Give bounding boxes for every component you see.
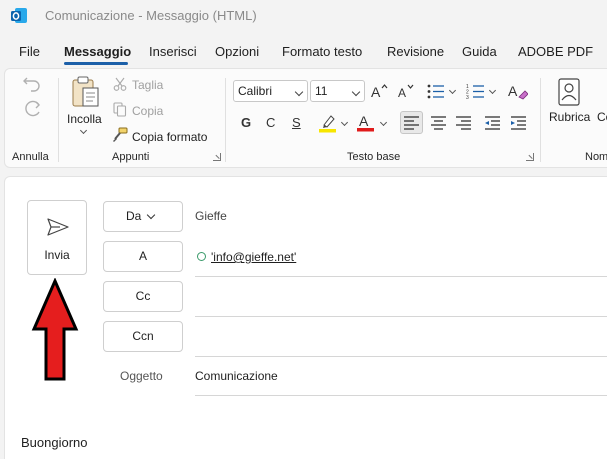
title-bar: Comunicazione - Messaggio (HTML) [0,0,607,32]
format-painter-icon[interactable] [112,127,128,143]
send-icon [47,218,69,236]
group-label-nomi: Nom [585,151,607,163]
check-names-label[interactable]: Co [597,110,607,124]
red-arrow-icon [31,278,79,381]
grow-font-icon[interactable]: A [370,82,388,100]
subject-field-line [195,395,607,396]
subject-input[interactable]: Comunicazione [195,369,278,383]
underline-button[interactable]: S [292,115,301,130]
font-size-value: 11 [315,84,328,98]
to-field-line [195,276,607,277]
svg-text:3: 3 [466,95,469,100]
compose-pane [4,176,607,459]
align-left-icon [404,116,419,130]
tab-messaggio[interactable]: Messaggio [64,44,131,59]
to-button[interactable]: A [103,241,183,272]
chevron-down-icon [351,87,361,97]
italic-button[interactable]: C [266,115,275,130]
cc-button-label: Cc [135,289,151,303]
tab-formato-testo[interactable]: Formato testo [282,44,362,59]
font-name-value: Calibri [238,84,273,98]
increase-indent-icon[interactable] [508,112,529,133]
paste-icon[interactable] [71,76,101,108]
cut-icon[interactable] [113,77,127,91]
font-name-dropdown[interactable]: Calibri [233,80,308,102]
tab-adobe-pdf[interactable]: ADOBE PDF [518,44,593,59]
bullets-icon[interactable] [426,83,446,100]
to-button-label: A [138,249,147,263]
svg-text:A: A [398,86,406,100]
svg-text:A: A [359,113,369,129]
from-button-label: Da [126,209,142,223]
font-color-icon[interactable]: A [356,112,376,133]
subject-label: Oggetto [120,369,163,383]
from-button[interactable]: Da [103,201,183,232]
highlight-icon[interactable] [318,113,338,133]
from-value: Gieffe [195,209,227,223]
numbering-icon[interactable]: 1 2 3 [466,83,486,100]
format-painter-label[interactable]: Copia formato [132,130,207,144]
bcc-button-label: Ccn [132,329,154,343]
paste-label[interactable]: Incolla [67,112,102,126]
shrink-font-icon[interactable]: A [397,82,415,100]
address-book-icon[interactable] [557,78,581,106]
bcc-field-line [195,356,607,357]
bold-button[interactable]: G [241,115,251,130]
chevron-down-icon [146,210,156,220]
active-tab-indicator [64,62,128,65]
tab-guida[interactable]: Guida [462,44,497,59]
copy-icon[interactable] [113,102,127,117]
tab-file[interactable]: File [19,44,40,59]
group-label-annulla: Annulla [12,151,49,163]
tab-opzioni[interactable]: Opzioni [215,44,259,59]
cc-field-line [195,316,607,317]
address-book-label[interactable]: Rubrica [549,110,590,124]
group-label-appunti: Appunti [112,151,150,163]
undo-icon[interactable] [22,74,42,92]
font-size-dropdown[interactable]: 11 [310,80,365,102]
redo-icon[interactable] [22,99,42,119]
group-separator [540,78,541,162]
group-label-testo-base: Testo base [347,151,401,163]
decrease-indent-icon[interactable] [482,112,503,133]
copy-label[interactable]: Copia [132,104,163,118]
to-recipient[interactable]: 'info@gieffe.net' [211,250,296,264]
group-separator [225,78,226,162]
window-title: Comunicazione - Messaggio (HTML) [45,8,257,23]
message-body[interactable]: Buongiorno [21,435,88,450]
cut-label[interactable]: Taglia [132,78,163,92]
clipboard-launcher-icon[interactable] [213,153,221,161]
group-separator [58,78,59,162]
align-left-button[interactable] [400,111,423,134]
basic-text-launcher-icon[interactable] [526,153,534,161]
tab-inserisci[interactable]: Inserisci [149,44,197,59]
presence-icon [197,252,206,261]
chevron-down-icon [294,87,304,97]
bcc-button[interactable]: Ccn [103,321,183,352]
send-button[interactable]: Invia [27,200,87,275]
svg-text:A: A [371,84,381,100]
cc-button[interactable]: Cc [103,281,183,312]
svg-text:A: A [508,83,518,99]
outlook-app-icon [11,8,27,23]
tab-revisione[interactable]: Revisione [387,44,444,59]
align-right-icon[interactable] [453,112,474,133]
clear-formatting-icon[interactable]: A [508,81,528,101]
align-center-icon[interactable] [428,112,449,133]
send-label: Invia [44,248,70,262]
